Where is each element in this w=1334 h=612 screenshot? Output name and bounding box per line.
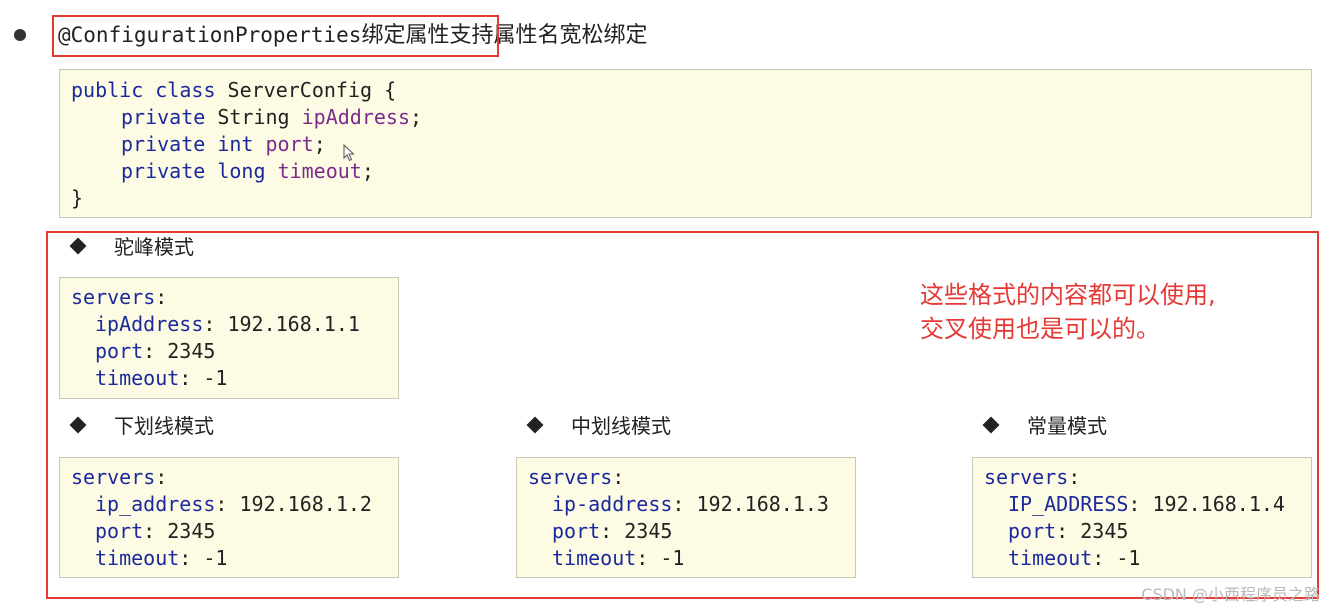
yaml-entry: port: 2345: [95, 339, 216, 363]
yaml-key: port: [1008, 519, 1057, 543]
yaml-key: IP_ADDRESS: [1008, 492, 1129, 516]
field-line: private String ipAddress;: [71, 104, 1311, 131]
yaml-key: timeout: [95, 366, 180, 390]
compatibility-note: 这些格式的内容都可以使用, 交叉使用也是可以的。: [920, 278, 1216, 346]
yaml-value: -1: [660, 546, 685, 570]
yaml-entry: ip_address: 192.168.1.2: [95, 492, 372, 516]
yaml-root-key: servers: [528, 465, 613, 489]
field-name: timeout: [277, 159, 362, 183]
yaml-entry: port: 2345: [552, 519, 673, 543]
yaml-value: -1: [1116, 546, 1141, 570]
yaml-key: ip_address: [95, 492, 216, 516]
diamond-icon: [982, 416, 1000, 434]
yaml-entry: timeout: -1: [1008, 546, 1141, 570]
yaml-block-camel: servers: ipAddress: 192.168.1.1 port: 2345…: [59, 277, 399, 399]
note-line: 交叉使用也是可以的。: [920, 315, 1160, 343]
yaml-key: timeout: [1008, 546, 1093, 570]
class-keywords: public class: [71, 78, 216, 102]
field-name: port: [265, 132, 314, 156]
mode-title: 下划线模式: [114, 414, 214, 438]
diamond-icon: [526, 416, 544, 434]
mode-title: 中划线模式: [571, 414, 671, 438]
yaml-entry: timeout: -1: [95, 366, 228, 390]
field-type: long: [217, 159, 266, 183]
yaml-root-line: servers:: [71, 465, 168, 489]
yaml-key: ip-address: [552, 492, 673, 516]
yaml-value: 192.168.1.3: [696, 492, 829, 516]
yaml-entry: timeout: -1: [552, 546, 685, 570]
mode-heading-constant: 常量模式: [982, 411, 1107, 441]
yaml-value: 2345: [167, 519, 216, 543]
yaml-root-key: servers: [71, 285, 156, 309]
yaml-root-line: servers:: [984, 465, 1081, 489]
yaml-key: port: [95, 519, 144, 543]
diamond-icon: [69, 237, 87, 255]
class-declaration-line: public class ServerConfig {: [71, 77, 1311, 104]
field-end: ;: [410, 105, 423, 129]
yaml-root-key: servers: [984, 465, 1069, 489]
yaml-value: 2345: [624, 519, 673, 543]
field-type: String: [217, 105, 290, 129]
yaml-key: timeout: [95, 546, 180, 570]
mode-title: 常量模式: [1027, 414, 1107, 438]
yaml-key: ipAddress: [95, 312, 204, 336]
mode-heading-underscore: 下划线模式: [69, 411, 214, 441]
yaml-value: 2345: [167, 339, 216, 363]
field-line: private int port;: [71, 131, 1311, 158]
yaml-value: 192.168.1.2: [239, 492, 372, 516]
field-end: ;: [361, 159, 374, 183]
yaml-entry: timeout: -1: [95, 546, 228, 570]
class-close-line: }: [71, 186, 84, 210]
yaml-entry: ip-address: 192.168.1.3: [552, 492, 829, 516]
field-line: private long timeout;: [71, 158, 1311, 185]
class-code-block: public class ServerConfig {private Strin…: [59, 69, 1312, 218]
mode-heading-hyphen: 中划线模式: [526, 411, 671, 441]
yaml-entry: IP_ADDRESS: 192.168.1.4: [1008, 492, 1285, 516]
yaml-key: timeout: [552, 546, 637, 570]
mode-title: 驼峰模式: [114, 235, 194, 259]
yaml-root-key: servers: [71, 465, 156, 489]
watermark: CSDN @小西程序员之路: [1141, 585, 1320, 604]
yaml-key: port: [552, 519, 601, 543]
yaml-entry: port: 2345: [1008, 519, 1129, 543]
yaml-block-hyphen: servers: ip-address: 192.168.1.3 port: 234…: [516, 457, 856, 578]
yaml-value: -1: [203, 366, 228, 390]
diamond-icon: [69, 416, 87, 434]
yaml-value: 192.168.1.1: [227, 312, 360, 336]
yaml-key: port: [95, 339, 144, 363]
yaml-root-line: servers:: [528, 465, 625, 489]
class-name: ServerConfig {: [227, 78, 397, 102]
yaml-entry: ipAddress: 192.168.1.1: [95, 312, 360, 336]
yaml-entry: port: 2345: [95, 519, 216, 543]
mode-heading-camel: 驼峰模式: [69, 232, 194, 262]
mouse-pointer-icon: [343, 144, 355, 162]
yaml-value: 192.168.1.4: [1152, 492, 1285, 516]
note-line: 这些格式的内容都可以使用,: [920, 281, 1216, 309]
field-name: ipAddress: [301, 105, 411, 129]
heading-highlight-box: [52, 15, 499, 57]
yaml-block-constant: servers: IP_ADDRESS: 192.168.1.4 port: 234…: [972, 457, 1312, 578]
field-type: int: [217, 132, 254, 156]
yaml-value: 2345: [1080, 519, 1129, 543]
field-modifier: private: [121, 105, 206, 129]
yaml-block-underscore: servers: ip_address: 192.168.1.2 port: 234…: [59, 457, 399, 578]
field-end: ;: [313, 132, 326, 156]
bullet-dot-icon: [14, 29, 26, 41]
yaml-root-line: servers:: [71, 285, 168, 309]
field-modifier: private: [121, 159, 206, 183]
yaml-value: -1: [203, 546, 228, 570]
field-modifier: private: [121, 132, 206, 156]
